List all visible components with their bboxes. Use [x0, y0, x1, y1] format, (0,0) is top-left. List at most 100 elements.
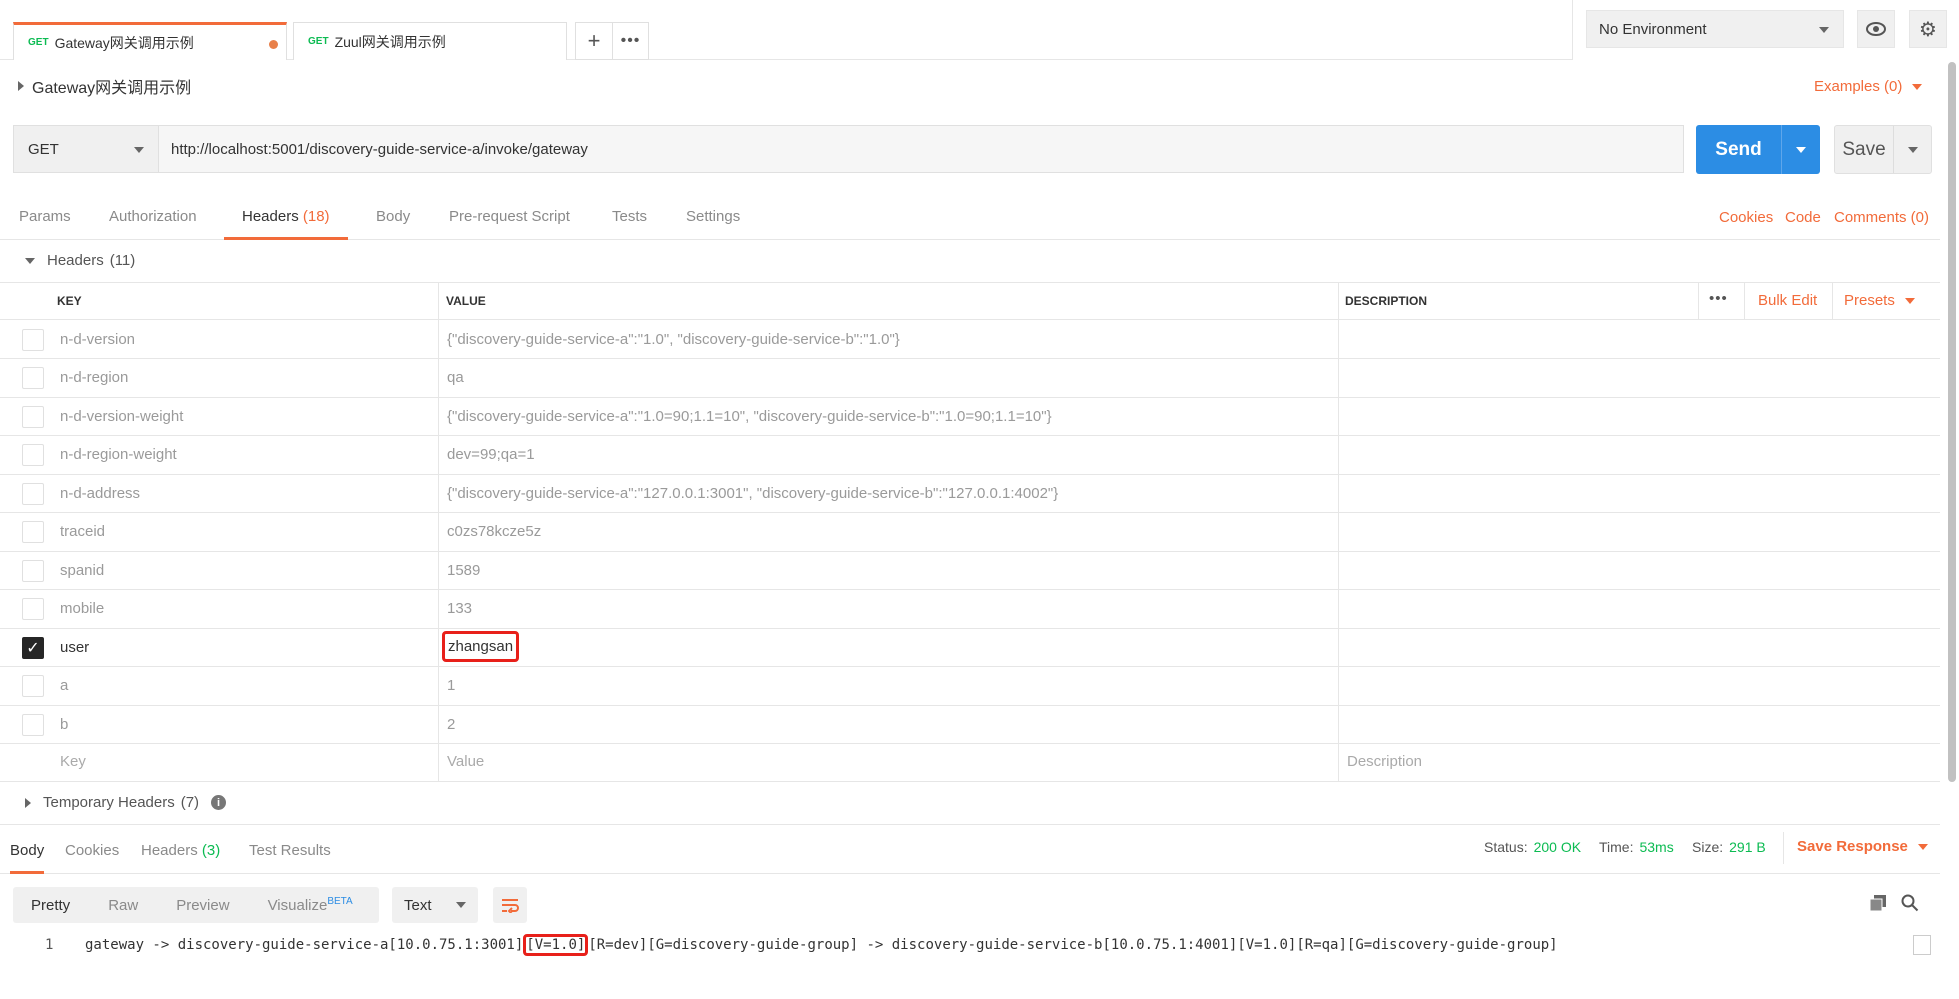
header-key[interactable]: b — [60, 706, 68, 744]
header-value[interactable]: qa — [447, 359, 464, 397]
url-input[interactable]: http://localhost:5001/discovery-guide-se… — [158, 125, 1684, 173]
header-key[interactable]: n-d-version-weight — [60, 398, 183, 436]
tab-prerequest-script[interactable]: Pre-request Script — [449, 208, 570, 240]
col-value: VALUE — [446, 294, 486, 308]
expand-caret-icon — [18, 81, 24, 91]
response-tab-test-results[interactable]: Test Results — [249, 842, 331, 859]
response-tab-headers[interactable]: Headers (3) — [141, 842, 220, 859]
chevron-down-icon — [134, 147, 144, 153]
tab-authorization[interactable]: Authorization — [109, 208, 197, 240]
divider — [1744, 282, 1745, 320]
save-button[interactable]: Save — [1834, 125, 1932, 174]
response-tab-cookies[interactable]: Cookies — [65, 842, 119, 859]
format-select[interactable]: Text — [392, 887, 478, 923]
key-input[interactable]: Key — [60, 743, 86, 781]
size-label: Size: — [1692, 839, 1724, 855]
header-value[interactable]: c0zs78kcze5z — [447, 513, 541, 551]
value-input[interactable]: Value — [447, 743, 484, 781]
more-tabs-icon[interactable]: ••• — [612, 22, 649, 60]
header-enabled-checkbox[interactable] — [22, 713, 44, 736]
tab-headers[interactable]: Headers (18) — [224, 208, 348, 240]
view-pretty[interactable]: Pretty — [31, 897, 70, 914]
header-enabled-checkbox[interactable] — [22, 675, 44, 697]
headers-section-toggle[interactable]: Headers (11) — [25, 252, 135, 269]
chevron-down-icon — [1912, 83, 1923, 90]
header-enabled-checkbox[interactable] — [22, 559, 44, 582]
header-value[interactable]: 2 — [447, 706, 455, 744]
wrap-lines-icon[interactable] — [493, 887, 527, 923]
method-select[interactable]: GET — [13, 125, 159, 173]
header-value[interactable]: 1589 — [447, 552, 480, 590]
header-enabled-checkbox[interactable] — [22, 521, 44, 543]
presets-dropdown[interactable]: Presets — [1844, 292, 1915, 309]
header-enabled-checkbox[interactable] — [22, 405, 44, 428]
header-key[interactable]: user — [60, 629, 89, 667]
save-options-chevron-icon[interactable] — [1894, 146, 1931, 153]
header-key[interactable]: n-d-region-weight — [60, 436, 177, 474]
time-label: Time: — [1599, 839, 1634, 855]
temporary-headers-toggle[interactable]: Temporary Headers (7) i — [25, 794, 227, 811]
header-value[interactable]: {"discovery-guide-service-a":"127.0.0.1:… — [447, 475, 1058, 513]
view-preview[interactable]: Preview — [176, 897, 229, 914]
copy-icon[interactable] — [1869, 894, 1887, 915]
eye-icon[interactable] — [1857, 10, 1895, 48]
header-key[interactable]: mobile — [60, 590, 104, 628]
header-value[interactable]: 1 — [447, 667, 455, 705]
table-row: n-d-region-weight dev=99;qa=1 — [0, 436, 1940, 475]
divider — [1572, 0, 1573, 60]
cookies-link[interactable]: Cookies — [1719, 209, 1773, 226]
header-value[interactable]: zhangsan — [442, 630, 520, 662]
scrollbar[interactable] — [1948, 62, 1956, 782]
response-headers-count: (3) — [201, 842, 221, 859]
response-tab-body[interactable]: Body — [10, 842, 45, 874]
table-row: b2 — [0, 706, 1940, 744]
divider — [1832, 282, 1833, 320]
header-key[interactable]: n-d-version — [60, 321, 135, 359]
header-enabled-checkbox[interactable] — [22, 444, 44, 466]
beta-badge: BETA — [327, 896, 353, 907]
view-raw[interactable]: Raw — [108, 897, 138, 914]
headers-count: (11) — [109, 252, 136, 269]
header-key[interactable]: n-d-region — [60, 359, 128, 397]
tab-zuul[interactable]: GET Zuul网关调用示例 — [293, 22, 567, 60]
bulk-edit-link[interactable]: Bulk Edit — [1758, 292, 1817, 309]
visualize-label: Visualize — [267, 897, 328, 914]
header-key[interactable]: a — [60, 667, 68, 705]
header-value[interactable]: {"discovery-guide-service-a":"1.0", "dis… — [447, 321, 900, 359]
tab-params[interactable]: Params — [19, 208, 71, 240]
header-enabled-checkbox[interactable] — [22, 367, 44, 389]
environment-select[interactable]: No Environment — [1586, 10, 1844, 48]
header-key[interactable]: spanid — [60, 552, 104, 590]
save-response-dropdown[interactable]: Save Response — [1797, 838, 1928, 855]
tab-gateway[interactable]: GET Gateway网关调用示例 — [13, 22, 287, 60]
tab-body[interactable]: Body — [376, 208, 410, 240]
response-body-line[interactable]: gateway -> discovery-guide-service-a[10.… — [85, 934, 1558, 956]
size-value: 291 B — [1729, 839, 1766, 855]
table-row: mobile 133 — [0, 590, 1940, 629]
send-options-chevron-icon[interactable] — [1782, 146, 1820, 153]
header-value[interactable]: dev=99;qa=1 — [447, 436, 535, 474]
table-row: traceid c0zs78kcze5z — [0, 513, 1940, 552]
header-value[interactable]: {"discovery-guide-service-a":"1.0=90;1.1… — [447, 398, 1052, 436]
gear-icon[interactable]: ⚙ — [1909, 10, 1947, 48]
tab-settings[interactable]: Settings — [686, 208, 740, 240]
examples-dropdown[interactable]: Examples (0) — [1814, 78, 1923, 95]
tab-tests[interactable]: Tests — [612, 208, 647, 240]
header-enabled-checkbox[interactable] — [22, 328, 44, 351]
comments-link[interactable]: Comments (0) — [1834, 209, 1929, 226]
new-tab-plus-icon[interactable]: + — [575, 22, 613, 60]
header-enabled-checkbox[interactable] — [22, 482, 44, 505]
more-options-icon[interactable]: ••• — [1709, 290, 1728, 307]
header-key[interactable]: traceid — [60, 513, 105, 551]
info-icon[interactable]: i — [211, 795, 227, 810]
header-enabled-checkbox[interactable] — [22, 598, 44, 620]
request-name[interactable]: Gateway网关调用示例 — [18, 74, 191, 98]
header-value[interactable]: 133 — [447, 590, 472, 628]
code-link[interactable]: Code — [1785, 209, 1821, 226]
view-visualize[interactable]: VisualizeBETA — [268, 896, 353, 914]
header-key[interactable]: n-d-address — [60, 475, 140, 513]
header-enabled-checkbox[interactable]: ✓ — [22, 636, 44, 659]
search-icon[interactable] — [1901, 894, 1919, 915]
send-button[interactable]: Send — [1696, 125, 1820, 174]
description-input[interactable]: Description — [1347, 743, 1422, 781]
